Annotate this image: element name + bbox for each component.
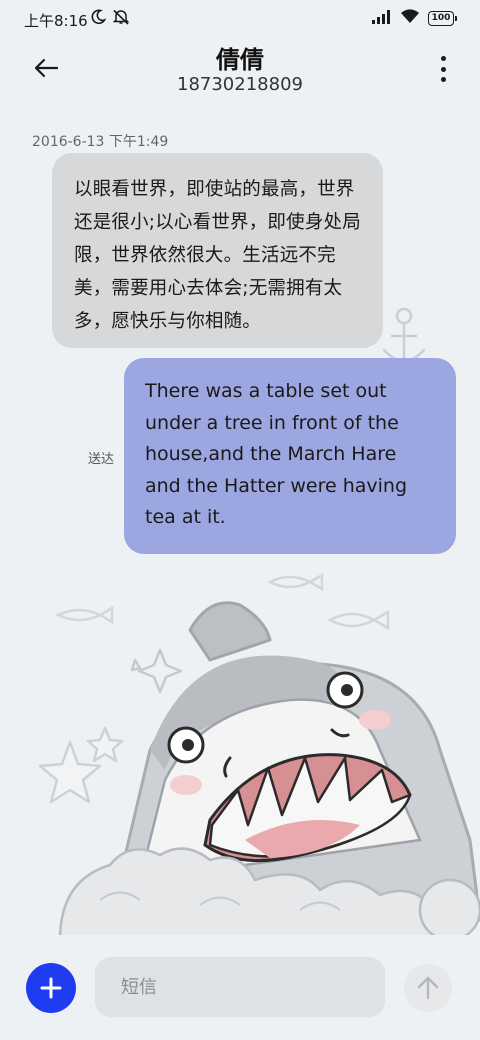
status-bar: 上午8:16 100 <box>0 0 480 40</box>
received-message-bubble[interactable]: 以眼看世界，即使站的最高，世界还是很小;以心看世界，即使身处局限，世界依然很大。… <box>52 153 383 348</box>
send-button[interactable] <box>404 964 452 1012</box>
status-right-icons: 100 <box>372 9 457 28</box>
plus-icon <box>40 977 62 999</box>
sms-text-input[interactable] <box>95 957 385 1017</box>
mute-icon <box>112 9 130 29</box>
signal-icon <box>372 9 392 28</box>
message-timestamp: 2016-6-13 下午1:49 <box>32 134 169 150</box>
delivery-status: 送达 <box>88 452 115 467</box>
more-vertical-icon <box>440 56 446 61</box>
more-options-button[interactable] <box>436 54 450 84</box>
moon-icon <box>90 9 107 29</box>
sent-message-bubble[interactable]: There was a table set out under a tree i… <box>124 358 456 554</box>
wifi-icon <box>400 9 420 28</box>
contact-number[interactable]: 18730218809 <box>0 74 480 95</box>
send-arrow-icon <box>417 976 439 1000</box>
status-time: 上午8:16 <box>24 12 88 30</box>
status-left-icons <box>90 9 130 29</box>
message-input-bar <box>0 935 480 1040</box>
conversation-header: 倩倩 18730218809 <box>0 40 480 100</box>
contact-name[interactable]: 倩倩 <box>0 40 480 75</box>
add-attachment-button[interactable] <box>26 963 76 1013</box>
sms-conversation-screen: 上午8:16 100 倩倩 18730218809 2016-6-13 下午1:… <box>0 0 480 1040</box>
battery-icon: 100 <box>428 11 457 26</box>
